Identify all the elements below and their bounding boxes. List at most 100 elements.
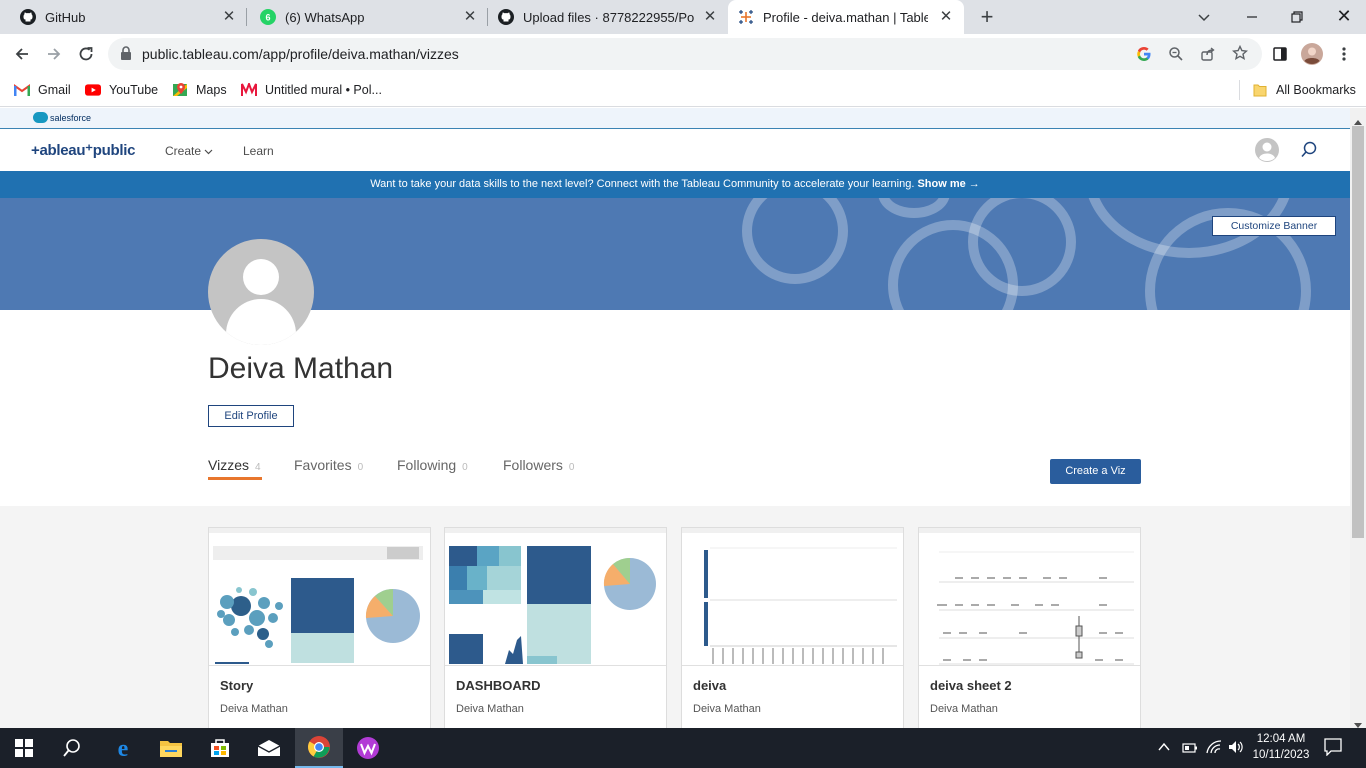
bookmarks-bar: Gmail YouTube Maps Untitled mural • Pol.…	[0, 74, 1366, 107]
profile-name: Deiva Mathan	[208, 352, 394, 385]
reload-button[interactable]	[72, 40, 100, 68]
wps-office-icon[interactable]	[344, 728, 392, 768]
notifications-icon[interactable]	[1324, 738, 1342, 761]
zoom-icon[interactable]	[1168, 46, 1184, 67]
tray-chevron-up-icon[interactable]	[1158, 740, 1170, 758]
page-scrollbar[interactable]	[1350, 108, 1366, 728]
store-icon[interactable]	[196, 728, 244, 768]
bookmark-maps[interactable]: Maps	[172, 82, 227, 98]
tab-favorites[interactable]: Favorites 0	[294, 457, 363, 473]
viz-thumbnail[interactable]	[209, 528, 430, 666]
tab-tableau-profile[interactable]: Profile - deiva.mathan | Tableau P ✕	[728, 0, 964, 34]
taskbar-search-icon[interactable]	[48, 728, 96, 768]
viz-title[interactable]: Story	[220, 678, 253, 693]
volume-icon[interactable]	[1228, 740, 1244, 759]
all-bookmarks[interactable]: All Bookmarks	[1252, 82, 1356, 98]
nav-learn[interactable]: Learn	[243, 144, 274, 158]
window-close-icon[interactable]: ✕	[1335, 7, 1353, 25]
create-viz-button[interactable]: Create a Viz	[1050, 459, 1141, 484]
battery-icon[interactable]	[1182, 741, 1198, 759]
viz-author[interactable]: Deiva Mathan	[693, 703, 761, 715]
viz-author[interactable]: Deiva Mathan	[220, 703, 288, 715]
user-avatar-icon[interactable]	[1255, 138, 1279, 167]
back-button[interactable]	[8, 40, 36, 68]
viz-card[interactable]: deiva sheet 2 Deiva Mathan	[918, 527, 1141, 728]
viz-author[interactable]: Deiva Mathan	[930, 703, 998, 715]
promo-text: Want to take your data skills to the nex…	[370, 178, 915, 190]
scrollbar-thumb[interactable]	[1352, 126, 1364, 538]
mail-icon[interactable]	[245, 728, 293, 768]
promo-link[interactable]: Show me →	[917, 178, 979, 190]
promo-banner: Want to take your data skills to the nex…	[0, 171, 1350, 198]
bookmark-mural[interactable]: Untitled mural • Pol...	[241, 82, 382, 98]
close-icon[interactable]: ✕	[462, 9, 478, 25]
viz-card[interactable]: DASHBOARD Deiva Mathan	[444, 527, 667, 728]
salesforce-bar: salesforce	[0, 108, 1350, 129]
active-tab-indicator	[208, 477, 262, 480]
tab-title: GitHub	[45, 9, 86, 25]
address-bar[interactable]: public.tableau.com/app/profile/deiva.mat…	[108, 38, 1262, 70]
gmail-icon	[14, 82, 30, 98]
tab-whatsapp[interactable]: 6 (6) WhatsApp ✕	[247, 0, 488, 34]
profile-banner: Customize Banner	[0, 198, 1350, 310]
chrome-menu-icon[interactable]	[1330, 40, 1358, 68]
maps-icon	[172, 82, 188, 98]
clock-date: 10/11/2023	[1252, 749, 1310, 761]
viz-title[interactable]: DASHBOARD	[456, 678, 541, 693]
tab-following[interactable]: Following 0	[397, 457, 468, 473]
bookmarks-divider	[1239, 80, 1240, 100]
viz-thumbnail[interactable]	[445, 528, 666, 666]
new-tab-button[interactable]: +	[976, 6, 998, 28]
viz-title[interactable]: deiva sheet 2	[930, 678, 1012, 693]
site-nav: +ableau⁺public Create Learn	[0, 129, 1350, 171]
lock-icon[interactable]	[120, 46, 132, 65]
tab-count: 4	[254, 462, 261, 473]
edge-icon[interactable]: e	[99, 728, 147, 768]
viz-card[interactable]: deiva Deiva Mathan	[681, 527, 904, 728]
viz-thumbnail[interactable]	[682, 528, 903, 666]
tab-followers[interactable]: Followers 0	[503, 457, 574, 473]
windows-start-icon[interactable]	[0, 728, 48, 768]
close-icon[interactable]: ✕	[702, 9, 718, 25]
tableau-public-logo[interactable]: +ableau⁺public	[31, 141, 135, 159]
minimize-icon[interactable]	[1244, 9, 1260, 25]
tab-search-chevron-icon[interactable]	[1196, 9, 1212, 25]
nav-create[interactable]: Create	[165, 144, 213, 158]
side-panel-icon[interactable]	[1266, 40, 1294, 68]
tab-upload-files[interactable]: Upload files · 8778222955/Politic ✕	[488, 0, 728, 34]
salesforce-logo[interactable]: salesforce	[33, 112, 95, 125]
wifi-icon[interactable]	[1206, 740, 1222, 759]
tab-github[interactable]: GitHub ✕	[0, 0, 247, 34]
close-icon[interactable]: ✕	[938, 9, 954, 25]
restore-icon[interactable]	[1289, 9, 1305, 25]
share-icon[interactable]	[1200, 46, 1216, 67]
bookmark-gmail[interactable]: Gmail	[14, 82, 71, 98]
viz-thumbnail[interactable]	[919, 528, 1140, 666]
viz-gallery: Story Deiva Mathan DASHBOARD Deiva Matha…	[0, 506, 1350, 728]
tab-vizzes[interactable]: Vizzes 4	[208, 457, 261, 473]
bookmark-star-icon[interactable]	[1231, 44, 1249, 66]
bookmark-youtube[interactable]: YouTube	[85, 82, 158, 98]
profile-avatar[interactable]	[1298, 40, 1326, 68]
viz-title[interactable]: deiva	[693, 678, 726, 693]
github-icon	[498, 9, 514, 25]
chevron-down-icon	[204, 144, 213, 158]
tableau-page: salesforce +ableau⁺public Create Learn W…	[0, 108, 1350, 728]
all-bookmarks-label: All Bookmarks	[1276, 83, 1356, 97]
viz-card[interactable]: Story Deiva Mathan	[208, 527, 431, 728]
viz-author[interactable]: Deiva Mathan	[456, 703, 524, 715]
forward-button[interactable]	[40, 40, 68, 68]
browser-toolbar: public.tableau.com/app/profile/deiva.mat…	[0, 34, 1366, 74]
chrome-taskbar-icon[interactable]	[295, 728, 343, 768]
search-icon[interactable]	[1300, 141, 1318, 164]
tab-title: Profile - deiva.mathan | Tableau P	[763, 9, 928, 25]
close-icon[interactable]: ✕	[221, 9, 237, 25]
svg-text:e: e	[118, 736, 129, 760]
edit-profile-button[interactable]: Edit Profile	[208, 405, 294, 427]
google-icon[interactable]	[1136, 46, 1152, 67]
banner-decoration	[742, 198, 848, 284]
system-clock[interactable]: 12:04 AM 10/11/2023	[1248, 731, 1314, 763]
svg-text:6: 6	[265, 13, 270, 23]
customize-banner-button[interactable]: Customize Banner	[1212, 216, 1336, 236]
file-explorer-icon[interactable]	[147, 728, 195, 768]
